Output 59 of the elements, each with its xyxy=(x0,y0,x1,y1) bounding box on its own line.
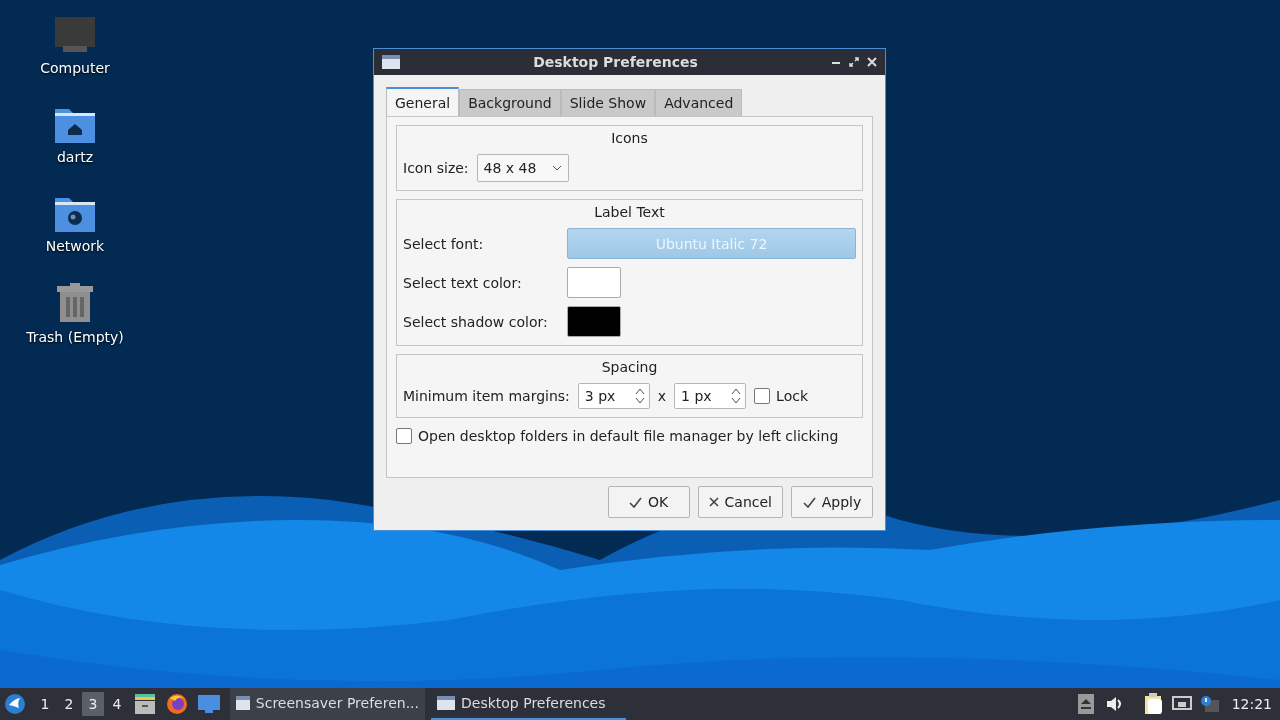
field-label: Minimum item margins: xyxy=(403,388,570,404)
file-cabinet-icon[interactable] xyxy=(134,694,156,714)
window-icon xyxy=(236,696,250,710)
icon-size-dropdown[interactable]: 48 x 48 xyxy=(476,154,569,182)
clipboard-icon[interactable] xyxy=(1143,693,1164,715)
monitor-icon xyxy=(54,16,96,54)
close-icon[interactable] xyxy=(867,57,877,67)
dialog-button[interactable]: Cancel xyxy=(697,486,783,518)
taskbar-task[interactable]: Screensaver Preferen... xyxy=(230,688,425,720)
group-title: Spacing xyxy=(600,359,659,375)
window-icon xyxy=(437,696,455,710)
bird-logo-icon[interactable] xyxy=(4,693,26,715)
spin-arrows-icon[interactable] xyxy=(731,387,742,405)
clock[interactable]: 12:21 xyxy=(1231,696,1272,712)
window-icon xyxy=(382,55,400,69)
browser-icon[interactable] xyxy=(166,693,188,715)
checkbox-label: Lock xyxy=(776,388,809,404)
dialog-button[interactable]: Apply xyxy=(791,486,873,518)
chevron-down-icon xyxy=(551,165,562,171)
check-icon xyxy=(628,496,642,508)
dialog-button[interactable]: OK xyxy=(607,486,690,518)
color-swatch[interactable] xyxy=(567,306,621,337)
separator-label: x xyxy=(657,388,667,404)
field-label: Select text color: xyxy=(403,274,523,291)
speaker-icon[interactable] xyxy=(1105,696,1124,712)
trash-icon xyxy=(57,283,93,323)
network-icon[interactable] xyxy=(1171,696,1192,712)
color-swatch[interactable] xyxy=(567,267,621,298)
workspace-button[interactable]: 1 xyxy=(34,692,56,716)
notification-icon[interactable] xyxy=(1199,695,1220,713)
workspace-button[interactable]: 2 xyxy=(58,692,80,716)
field-label: Icon size: xyxy=(403,160,469,176)
tab[interactable]: Advanced xyxy=(655,89,743,116)
taskbar-task[interactable]: Desktop Preferences xyxy=(431,688,626,720)
spin-field[interactable]: 1 px xyxy=(674,383,747,409)
desktop-icon-label[interactable]: Computer xyxy=(40,60,110,76)
desktop-icon-label[interactable]: Network xyxy=(45,238,105,254)
group-title: Label Text xyxy=(593,204,666,220)
tab[interactable]: General xyxy=(386,87,460,116)
tab[interactable]: Slide Show xyxy=(560,89,656,116)
desktop-icon[interactable] xyxy=(198,695,220,713)
maximize-icon[interactable] xyxy=(849,57,859,67)
checkbox[interactable] xyxy=(396,428,412,444)
group-title: Icons xyxy=(610,130,649,146)
checkbox-label: Open desktop folders in default file manager by left clicking xyxy=(418,428,839,444)
checkbox[interactable] xyxy=(754,388,771,404)
field-label: Select shadow color: xyxy=(403,313,549,330)
spin-field[interactable]: 3 px xyxy=(577,383,650,409)
desktop-icon-label[interactable]: Trash (Empty) xyxy=(26,329,124,345)
check-icon xyxy=(802,496,816,508)
eject-icon[interactable] xyxy=(1077,694,1094,714)
spin-arrows-icon[interactable] xyxy=(634,387,645,405)
close-icon xyxy=(708,497,719,507)
desktop-icon-label[interactable]: dartz xyxy=(56,149,94,165)
workspace-button[interactable]: 4 xyxy=(106,692,128,716)
tab[interactable]: Background xyxy=(459,89,561,116)
workspace-button[interactable]: 3 xyxy=(82,692,104,716)
field-label: Select font: xyxy=(403,235,485,252)
window-title: Desktop Preferences xyxy=(532,54,699,70)
